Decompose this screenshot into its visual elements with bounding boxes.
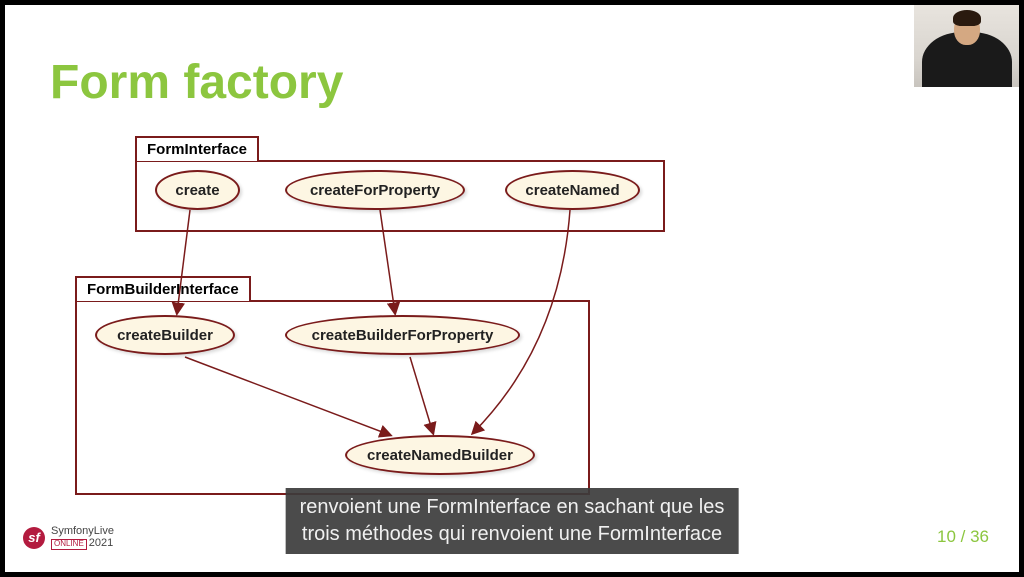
conference-logo: sf SymfonyLive ONLINE2021 [23,525,114,550]
uml-tab-formbuilderinterface: FormBuilderInterface [75,276,251,301]
node-createbuilder: createBuilder [95,315,235,355]
logo-online-tag: ONLINE [51,539,87,550]
logo-year: 2021 [89,537,113,549]
slide: Form factory FormInterface FormBuilderIn… [5,5,1019,572]
node-createnamed: createNamed [505,170,640,210]
logo-brand: SymfonyLive [51,525,114,537]
node-createnamedbuilder: createNamedBuilder [345,435,535,475]
presenter-webcam [914,5,1019,87]
presenter-hair [953,10,981,26]
page-number: 10 / 36 [937,527,989,547]
uml-tab-forminterface: FormInterface [135,136,259,161]
symfony-badge-icon: sf [23,527,45,549]
logo-text: SymfonyLive ONLINE2021 [51,525,114,550]
slide-title: Form factory [50,55,343,110]
node-createforproperty: createForProperty [285,170,465,210]
node-createbuilderforproperty: createBuilderForProperty [285,315,520,355]
node-create: create [155,170,240,210]
video-subtitle: renvoient une FormInterface en sachant q… [286,488,739,554]
